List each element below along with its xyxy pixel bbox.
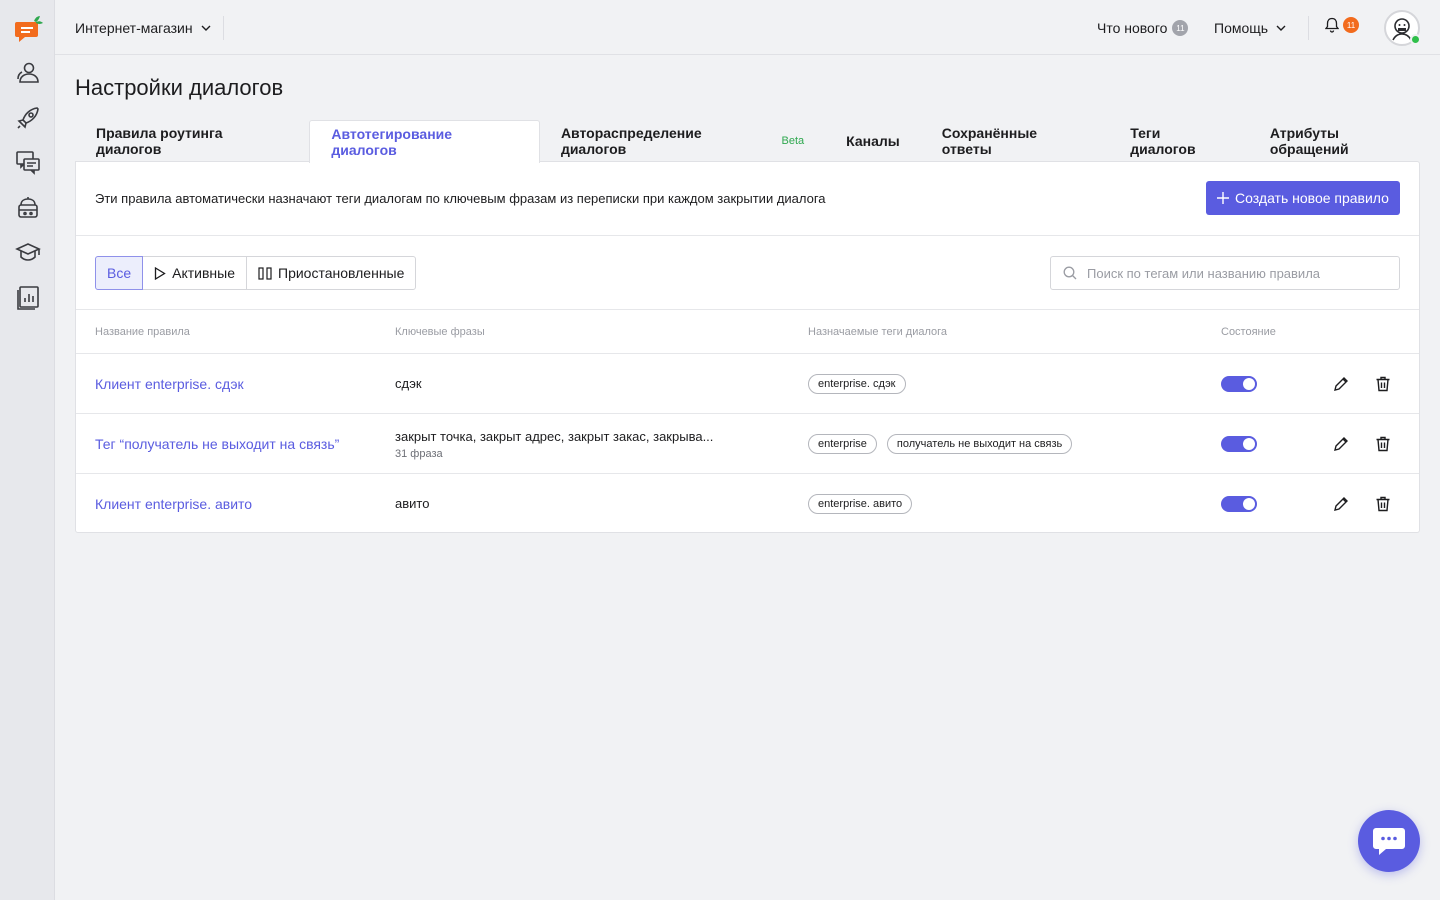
rule-tags: enterprise получатель не выходит на связ… (808, 434, 1073, 454)
table-row: Клиент enterprise. сдэк сдэк enterprise.… (76, 354, 1419, 414)
chat-widget-button[interactable] (1358, 810, 1420, 872)
rule-phrases: закрыт точка, закрыт адрес, закрыт закас… (395, 429, 714, 460)
trash-icon[interactable] (1374, 435, 1392, 453)
column-phrases-header: Ключевые фразы (395, 326, 485, 338)
search-box (1050, 256, 1400, 290)
table-row: Клиент enterprise. авито авито enterpris… (76, 474, 1419, 534)
sidebar (0, 0, 55, 900)
tag-chip: enterprise (808, 434, 877, 454)
filter-active-button[interactable]: Активные (142, 256, 247, 290)
rule-state-toggle[interactable] (1221, 496, 1257, 512)
play-icon (154, 266, 166, 280)
carrot-chat-logo-icon[interactable] (14, 14, 44, 44)
whats-new-link[interactable]: Что нового 11 (1097, 16, 1189, 40)
rule-phrases: сдэк (395, 376, 422, 391)
reports-icon[interactable] (14, 283, 42, 311)
online-status-dot (1410, 34, 1421, 45)
table-header: Название правила Ключевые фразы Назначае… (76, 310, 1419, 354)
filter-all-button[interactable]: Все (95, 256, 144, 290)
chat-bubble-icon (1373, 828, 1405, 855)
panel-header: Эти правила автоматически назначают теги… (76, 162, 1419, 236)
tab-dialog-tags[interactable]: Теги диалогов (1109, 120, 1249, 162)
tab-autodistribution[interactable]: Автораспределение диалогов Beta (540, 120, 825, 162)
column-state-header: Состояние (1221, 326, 1276, 338)
pause-icon (258, 266, 272, 280)
users-icon[interactable] (14, 59, 42, 87)
status-filter: Все Активные Приостановленные (95, 256, 417, 290)
search-input[interactable] (1087, 265, 1387, 281)
page-title: Настройки диалогов (75, 75, 284, 100)
trash-icon[interactable] (1374, 375, 1392, 393)
tag-chip: enterprise. сдэк (808, 374, 906, 394)
whats-new-count-badge: 11 (1172, 20, 1189, 36)
autotagging-panel: Эти правила автоматически назначают теги… (75, 161, 1420, 533)
rule-name-link[interactable]: Клиент enterprise. сдэк (95, 376, 244, 392)
rule-tags: enterprise. авито (808, 494, 913, 514)
chevron-down-icon (201, 25, 211, 31)
rule-state-toggle[interactable] (1221, 376, 1257, 392)
tag-chip: получатель не выходит на связь (886, 434, 1073, 454)
rocket-icon[interactable] (14, 104, 42, 132)
user-avatar[interactable] (1384, 10, 1421, 46)
notifications-count-badge: 11 (1343, 17, 1359, 33)
chats-icon[interactable] (14, 148, 42, 176)
settings-tabs: Правила роутинга диалогов Автотегировани… (75, 120, 1440, 163)
plus-icon (1217, 192, 1230, 204)
tab-autotagging[interactable]: Автотегирование диалогов (309, 120, 540, 163)
tab-ticket-attributes[interactable]: Атрибуты обращений (1249, 120, 1440, 162)
beta-badge: Beta (781, 135, 805, 147)
panel-description: Эти правила автоматически назначают теги… (95, 191, 826, 206)
tag-chip: enterprise. авито (808, 494, 913, 514)
edit-icon[interactable] (1332, 495, 1350, 513)
edit-icon[interactable] (1332, 375, 1350, 393)
notifications-button[interactable]: 11 (1325, 17, 1359, 33)
create-rule-button[interactable]: Создать новое правило (1206, 181, 1400, 215)
tab-channels[interactable]: Каналы (825, 120, 921, 162)
rule-tags: enterprise. сдэк (808, 374, 906, 394)
bot-icon[interactable] (14, 194, 42, 222)
table-row: Тег “получатель не выходит на связь” зак… (76, 414, 1419, 474)
column-tags-header: Назначаемые теги диалога (808, 326, 948, 338)
filters-row: Все Активные Приостановленные (76, 236, 1419, 310)
rule-phrases: авито (395, 496, 430, 511)
search-icon (1063, 266, 1077, 280)
whats-new-label: Что нового (1097, 20, 1168, 36)
tab-routing-rules[interactable]: Правила роутинга диалогов (75, 120, 309, 162)
phrase-count: 31 фраза (395, 448, 443, 460)
column-name-header: Название правила (95, 326, 190, 338)
project-select[interactable]: Интернет-магазин (75, 16, 224, 40)
help-menu[interactable]: Помощь (1214, 16, 1310, 40)
filter-paused-button[interactable]: Приостановленные (246, 256, 417, 290)
chevron-down-icon (1276, 25, 1286, 31)
tab-saved-replies[interactable]: Сохранённые ответы (921, 120, 1110, 162)
rule-state-toggle[interactable] (1221, 436, 1257, 452)
top-header: Интернет-магазин Что нового 11 Помощь 11 (55, 0, 1440, 55)
graduation-cap-icon[interactable] (14, 238, 42, 266)
help-label: Помощь (1214, 20, 1269, 36)
bell-icon (1325, 17, 1339, 33)
rule-name-link[interactable]: Клиент enterprise. авито (95, 496, 252, 512)
trash-icon[interactable] (1374, 495, 1392, 513)
rule-name-link[interactable]: Тег “получатель не выходит на связь” (95, 436, 339, 452)
project-name: Интернет-магазин (75, 20, 193, 36)
edit-icon[interactable] (1332, 435, 1350, 453)
